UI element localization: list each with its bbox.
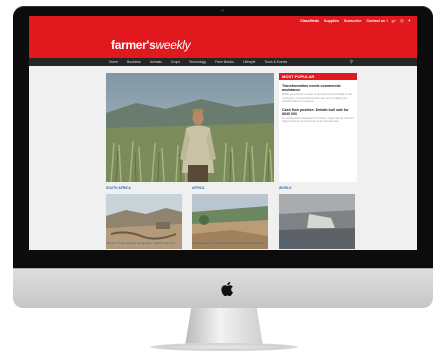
monitor-stand	[185, 308, 263, 346]
facebook-icon[interactable]: f	[386, 18, 387, 23]
logo-italic-text: weekly	[155, 38, 191, 52]
category-world[interactable]: WORLD	[279, 186, 291, 190]
search-icon[interactable]: ⚲	[350, 59, 353, 65]
browser-screen: Classifieds Supplies Subscribe Contact u…	[29, 16, 417, 250]
nav-farm-basics[interactable]: Farm Basics	[215, 58, 234, 66]
site-logo[interactable]: farmer'sweekly	[111, 38, 191, 52]
category-south-africa[interactable]: SOUTH AFRICA	[106, 186, 131, 190]
article-headline-world[interactable]: World's weed bank safe after water scare	[279, 241, 355, 246]
most-popular-heading: MOST POPULAR	[279, 73, 357, 80]
monitor-stand-base	[150, 343, 298, 351]
nav-technology[interactable]: Technology	[189, 58, 206, 66]
hero-image-farmer[interactable]	[106, 73, 274, 182]
nav-crops[interactable]: Crops	[171, 58, 180, 66]
main-nav: Home Business Animals Crops Technology F…	[29, 58, 417, 66]
nav-animals[interactable]: Animals	[150, 58, 162, 66]
most-popular-sidebar: MOST POPULAR Transformation needs commer…	[279, 73, 357, 182]
popular-article-title[interactable]: Cash flow positive: Dekalb bull sale for…	[282, 108, 354, 116]
nav-business[interactable]: Business	[127, 58, 141, 66]
camera-dot	[221, 9, 224, 12]
imac-mockup: Classifieds Supplies Subscribe Contact u…	[0, 0, 444, 353]
nav-tours-events[interactable]: Tours & Events	[264, 58, 287, 66]
top-link-classifieds[interactable]: Classifieds	[300, 19, 319, 23]
top-links: Classifieds Supplies Subscribe Contact u…	[300, 19, 385, 23]
popular-article-excerpt: An entrepreneurial Eastern Province Cape…	[282, 115, 354, 124]
popular-article-excerpt: While government needs to provide land a…	[282, 92, 353, 104]
apple-logo-icon	[221, 281, 235, 297]
top-link-subscribe[interactable]: Subscribe	[344, 19, 361, 23]
nav-home[interactable]: Home	[109, 58, 118, 66]
article-headline-south-africa[interactable]: Western Cape drought declaration: relief…	[106, 241, 182, 246]
category-africa[interactable]: AFRICA	[192, 186, 204, 190]
article-headline-africa[interactable]: New strategy to boost Zimbabwe's livesto…	[192, 241, 268, 246]
instagram-icon[interactable]: ◎	[400, 18, 404, 23]
popular-article-title[interactable]: Transformation needs commercial assistan…	[282, 84, 354, 92]
twitter-icon[interactable]: ✦	[408, 18, 411, 23]
top-link-supplies[interactable]: Supplies	[324, 19, 339, 23]
nav-lifestyle[interactable]: Lifestyle	[243, 58, 255, 66]
header-bar: Classifieds Supplies Subscribe Contact u…	[29, 16, 417, 58]
logo-bold-text: farmer's	[111, 38, 156, 52]
social-links: f g+ ◎ ✦	[386, 18, 411, 23]
google-plus-icon[interactable]: g+	[392, 18, 397, 23]
top-link-contact[interactable]: Contact us	[366, 19, 385, 23]
